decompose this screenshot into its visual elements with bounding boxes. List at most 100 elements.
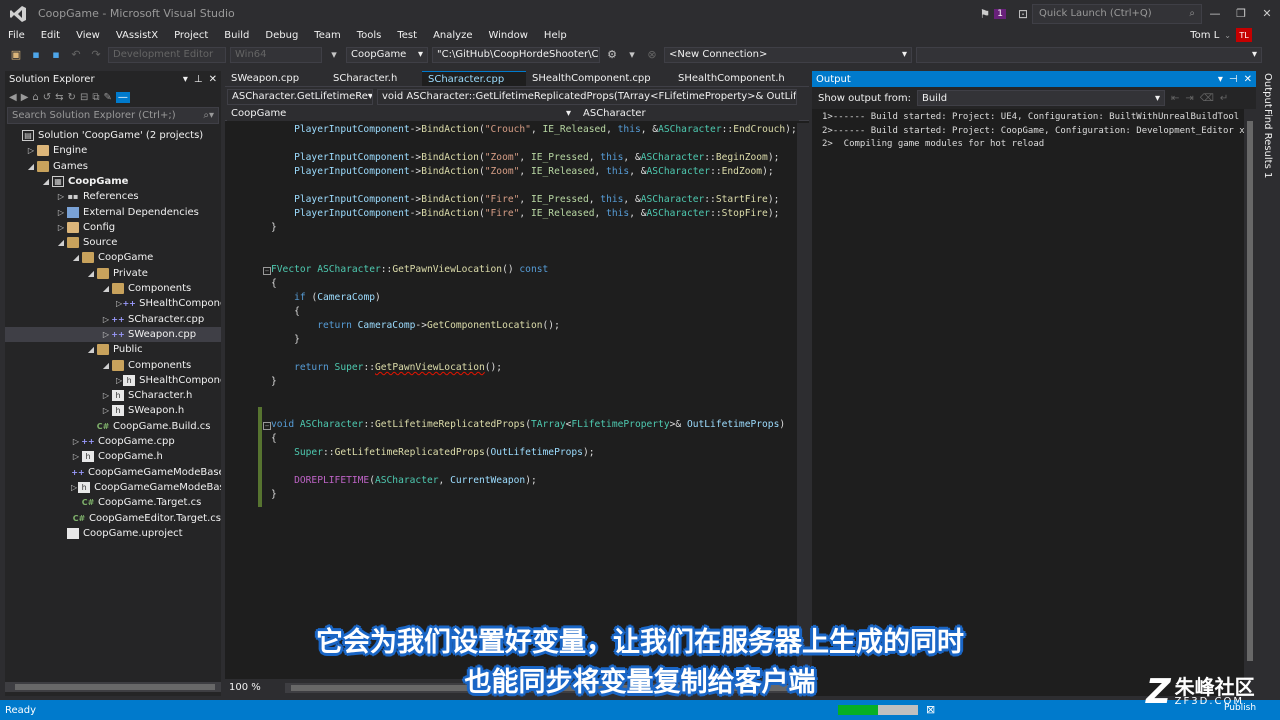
panel-dropdown-icon[interactable]: ▾ (183, 74, 188, 85)
output-source-select[interactable]: Build ▾ (916, 90, 1165, 106)
menu-help[interactable]: Help (536, 28, 575, 43)
feedback-icon[interactable]: ⊡ (1018, 7, 1028, 21)
word-wrap-icon[interactable]: ↵ (1220, 93, 1228, 104)
collapse-arrow-icon[interactable]: ▷ (56, 192, 66, 201)
expand-arrow-icon[interactable]: ◢ (101, 361, 111, 370)
function-select[interactable]: void ASCharacter::GetLifetimeReplicatedP… (377, 88, 797, 105)
menu-test[interactable]: Test (389, 28, 425, 43)
tree-item[interactable]: ▷ Config (5, 220, 221, 235)
tree-item[interactable]: ◢ ▦ CoopGame (5, 174, 221, 189)
menu-edit[interactable]: Edit (33, 28, 68, 43)
tree-item[interactable]: ▷hCoopGameGameModeBase.h (5, 480, 221, 495)
undo-icon[interactable]: ↶ (68, 47, 84, 63)
tab-shealthcomponent-h[interactable]: SHealthComponent.h (672, 71, 792, 86)
menu-vassistx[interactable]: VAssistX (108, 28, 166, 43)
tree-item[interactable]: ▷ ++ SCharacter.cpp (5, 312, 221, 327)
tree-item[interactable]: ++CoopGameGameModeBase.cpp (5, 465, 221, 480)
menu-tools[interactable]: Tools (349, 28, 390, 43)
tree-item[interactable]: ▤ Solution 'CoopGame' (2 projects) (5, 128, 221, 143)
tree-item[interactable]: ▷ ▪▪ References (5, 189, 221, 204)
tree-item[interactable]: CoopGame.uproject (5, 526, 221, 541)
tree-item[interactable]: C# CoopGameEditor.Target.cs (5, 511, 221, 526)
extra-select[interactable]: ▾ (916, 46, 1262, 63)
tree-item[interactable]: ▷ ++ CoopGame.cpp (5, 434, 221, 449)
collapse-all-icon[interactable]: ⊟ (80, 92, 88, 103)
new-project-icon[interactable]: ▣ (8, 47, 24, 63)
menu-analyze[interactable]: Analyze (425, 28, 480, 43)
notification-flag-icon[interactable]: ⚑ (979, 7, 990, 21)
tree-item[interactable]: C# CoopGame.Build.cs (5, 419, 221, 434)
expand-arrow-icon[interactable]: ◢ (86, 345, 96, 354)
collapse-arrow-icon[interactable]: ▷ (101, 391, 111, 400)
collapse-marker-icon[interactable]: − (263, 267, 271, 275)
member-select[interactable]: ASCharacter.GetLifetimeRe ▾ (227, 88, 373, 105)
find-previous-icon[interactable]: ⇤ (1171, 93, 1179, 104)
menu-project[interactable]: Project (166, 28, 216, 43)
preview-icon[interactable]: — (115, 91, 130, 103)
find-next-icon[interactable]: ⇥ (1185, 93, 1193, 104)
tree-item[interactable]: ◢ CoopGame (5, 250, 221, 265)
back-icon[interactable]: ◀ (9, 92, 17, 103)
close-icon[interactable]: ✕ (209, 74, 217, 85)
expand-arrow-icon[interactable]: ◢ (26, 162, 36, 171)
menu-window[interactable]: Window (480, 28, 535, 43)
tree-item[interactable]: ▷ Engine (5, 143, 221, 158)
tree-item[interactable]: ▷ ++ SWeapon.cpp (5, 326, 221, 342)
save-icon[interactable]: ▪ (28, 47, 44, 63)
history-icon[interactable]: ↺ (43, 92, 51, 103)
collapse-arrow-icon[interactable]: ▷ (71, 483, 77, 492)
expand-arrow-icon[interactable]: ◢ (101, 284, 111, 293)
menu-debug[interactable]: Debug (257, 28, 306, 43)
notification-count[interactable]: 1 (994, 8, 1006, 19)
platform-select[interactable]: Win64 (230, 46, 322, 63)
properties-wrench-icon[interactable]: ✎ (103, 92, 111, 103)
menu-build[interactable]: Build (216, 28, 257, 43)
disconnect-icon[interactable]: ⊗ (644, 47, 660, 63)
tree-item[interactable]: ◢ Components (5, 281, 221, 296)
build-icon[interactable]: ⊠ (926, 703, 935, 716)
save-all-icon[interactable]: ▪ (48, 47, 64, 63)
collapse-arrow-icon[interactable]: ▷ (101, 315, 111, 324)
startup-project-select[interactable]: CoopGame ▾ (346, 46, 428, 63)
side-tab-output[interactable]: Output (1262, 73, 1273, 108)
menu-file[interactable]: File (0, 28, 33, 43)
collapse-arrow-icon[interactable]: ▷ (116, 299, 122, 308)
panel-dropdown-icon[interactable]: ▾ (1218, 74, 1223, 85)
side-tab-find-results[interactable]: Find Results 1 (1262, 109, 1273, 178)
editor-vscrollbar[interactable] (797, 123, 809, 679)
show-all-files-icon[interactable]: ⧉ (92, 92, 99, 103)
collapse-arrow-icon[interactable]: ▷ (26, 146, 36, 155)
output-text[interactable]: 1>------ Build started: Project: UE4, Co… (812, 109, 1244, 696)
gear-icon[interactable]: ⚙ (604, 47, 620, 63)
user-account[interactable]: Tom L ⌄ TL (1190, 28, 1252, 42)
path-select[interactable]: "C:\GitHub\CoopHordeShooter\Co▾ (432, 46, 600, 63)
tree-item[interactable]: ▷++SHealthComponent.cpp (5, 296, 221, 311)
connection-select[interactable]: <New Connection> ▾ (664, 46, 912, 63)
clear-all-icon[interactable]: ⌫ (1200, 93, 1214, 104)
refresh-icon[interactable]: ↻ (68, 92, 76, 103)
tree-item[interactable]: ▷ h SCharacter.h (5, 388, 221, 403)
tree-item[interactable]: ▷ External Dependencies (5, 205, 221, 220)
configuration-select[interactable]: Development Editor (108, 46, 226, 63)
collapse-arrow-icon[interactable]: ▷ (71, 452, 81, 461)
tree-item[interactable]: ◢ Public (5, 342, 221, 357)
quick-launch-input[interactable]: Quick Launch (Ctrl+Q) ⌕ (1032, 3, 1202, 24)
solution-search-input[interactable]: Search Solution Explorer (Ctrl+;) ⌕▾ (7, 107, 219, 124)
menu-team[interactable]: Team (306, 28, 348, 43)
collapse-arrow-icon[interactable]: ▷ (56, 208, 66, 217)
collapse-arrow-icon[interactable]: ▷ (101, 406, 111, 415)
tree-item[interactable]: ▷ h SWeapon.h (5, 403, 221, 418)
toolbar-overflow-icon[interactable]: ▾ (624, 47, 640, 63)
minimize-icon[interactable]: — (1202, 7, 1228, 20)
restore-icon[interactable]: ❐ (1228, 7, 1254, 20)
expand-arrow-icon[interactable]: ◢ (56, 238, 66, 247)
close-icon[interactable]: ✕ (1244, 74, 1252, 85)
collapse-arrow-icon[interactable]: ▷ (116, 376, 122, 385)
tab-sweapon-cpp[interactable]: SWeapon.cpp (225, 71, 327, 86)
home-icon[interactable]: ⌂ (32, 92, 38, 103)
pin-icon[interactable]: ⊣ (1229, 74, 1238, 85)
redo-icon[interactable]: ↷ (88, 47, 104, 63)
expand-arrow-icon[interactable]: ◢ (71, 253, 81, 262)
tree-item[interactable]: ▷ h CoopGame.h (5, 449, 221, 464)
tab-scharacter-h[interactable]: SCharacter.h (327, 71, 422, 86)
